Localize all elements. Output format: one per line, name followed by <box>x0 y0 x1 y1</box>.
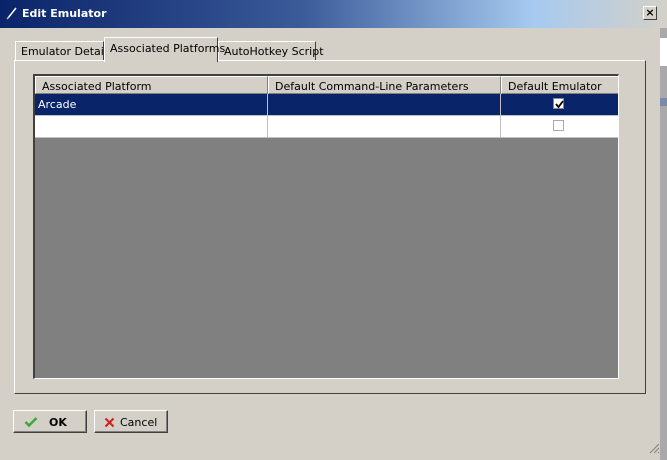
pencil-icon <box>6 7 17 20</box>
cancel-button[interactable]: Cancel <box>94 410 168 433</box>
close-icon <box>104 417 115 428</box>
tab-emulator-details[interactable]: Emulator Details <box>15 41 113 61</box>
default-cell[interactable] <box>501 116 618 138</box>
default-emulator-checkbox[interactable] <box>553 120 564 131</box>
tab-autohotkey-script[interactable]: AutoHotkey Script <box>218 41 324 61</box>
window-edge <box>660 28 667 460</box>
column-header-platform[interactable]: Associated Platform <box>35 76 268 94</box>
platforms-grid[interactable]: Associated Platform Default Command-Line… <box>33 74 619 379</box>
tab-associated-platforms[interactable]: Associated Platforms <box>104 37 225 62</box>
edge-highlight <box>660 38 667 66</box>
tab-label: AutoHotkey Script <box>224 45 324 58</box>
title-bar[interactable]: Edit Emulator × <box>0 0 667 28</box>
tab-label: Associated Platforms <box>110 42 226 55</box>
ok-button[interactable]: OK <box>13 410 87 433</box>
default-cell[interactable] <box>501 94 618 116</box>
checkmark-icon <box>24 417 38 428</box>
ok-label: OK <box>49 416 67 429</box>
parameters-cell[interactable] <box>268 116 501 138</box>
default-emulator-checkbox[interactable] <box>553 98 564 109</box>
close-button[interactable]: × <box>643 6 657 20</box>
platform-cell[interactable]: Arcade <box>35 94 268 116</box>
tab-label: Emulator Details <box>21 45 113 58</box>
close-icon: × <box>645 6 655 19</box>
platform-cell[interactable] <box>35 116 268 138</box>
grid-header: Associated Platform Default Command-Line… <box>35 76 618 94</box>
table-row[interactable]: Arcade <box>35 94 618 116</box>
column-header-parameters[interactable]: Default Command-Line Parameters <box>268 76 501 94</box>
parameters-cell[interactable] <box>268 94 501 116</box>
table-row[interactable] <box>35 116 618 138</box>
cancel-label: Cancel <box>120 416 158 429</box>
window-title: Edit Emulator <box>22 7 107 20</box>
column-header-default[interactable]: Default Emulator <box>501 76 618 94</box>
checkmark-icon <box>555 100 564 109</box>
edge-marker <box>660 98 667 106</box>
resize-grip-icon[interactable] <box>648 442 660 454</box>
